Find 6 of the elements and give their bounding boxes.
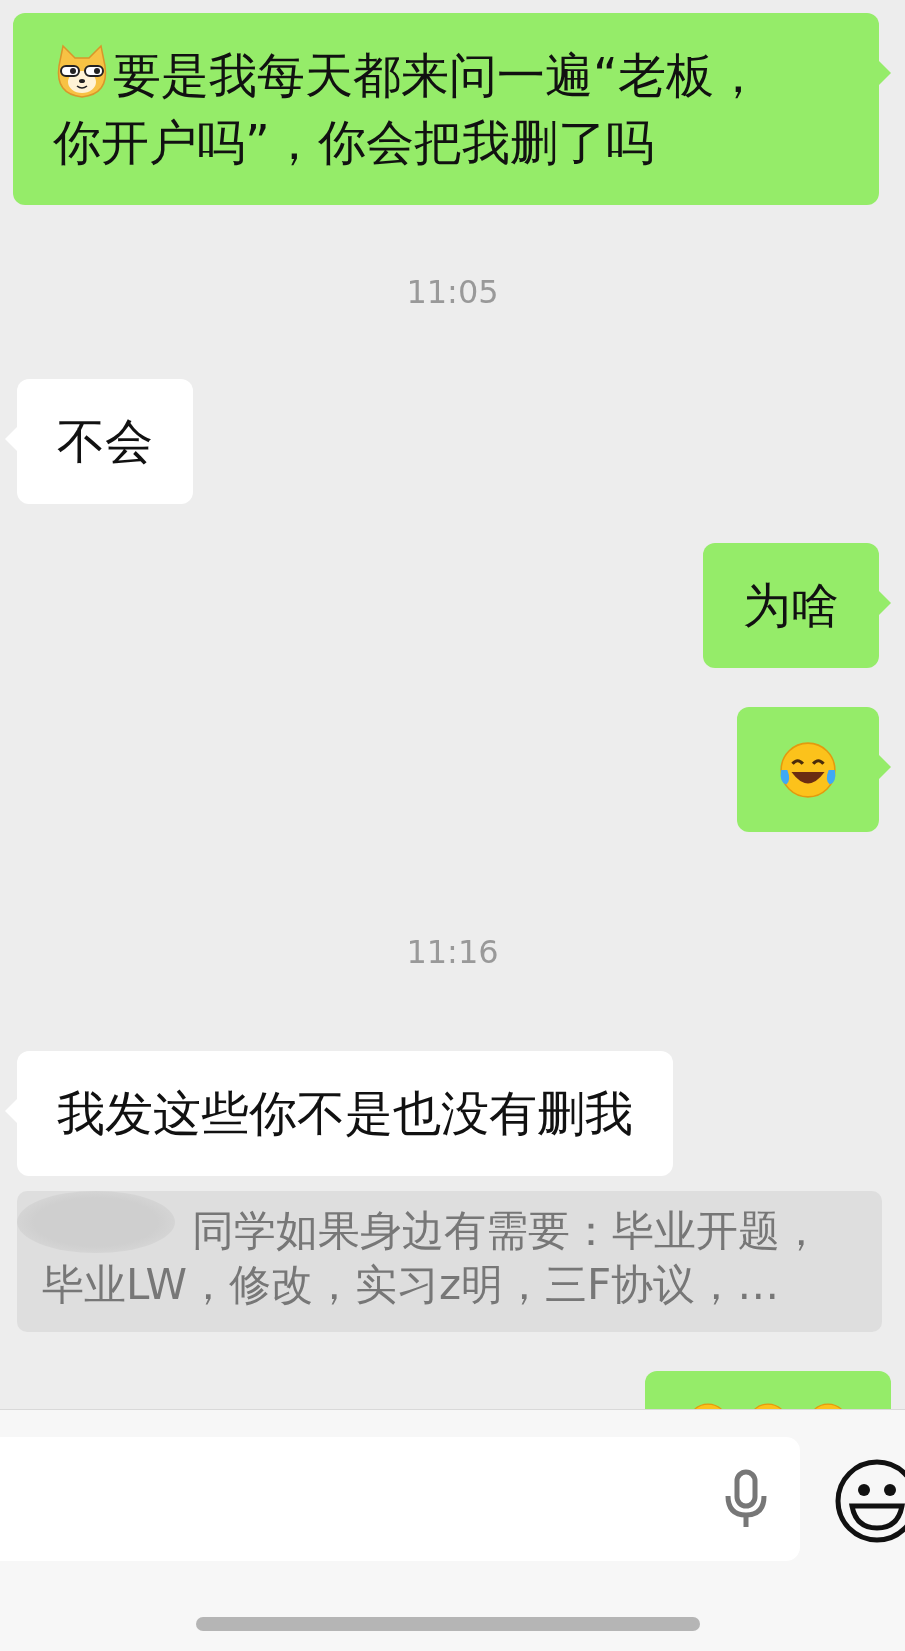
timestamp: 11:16 [406, 932, 499, 972]
timestamp: 11:05 [406, 272, 499, 312]
message-bubble[interactable]: 要是我每天都来问一遍“老板，你开户吗”，你会把我删了吗 [13, 13, 879, 205]
message-bubble[interactable]: 为啥 [703, 543, 879, 668]
message-bubble[interactable]: 不会 [17, 379, 193, 504]
message-bubble[interactable]: 我发这些你不是也没有删我 [17, 1051, 673, 1176]
